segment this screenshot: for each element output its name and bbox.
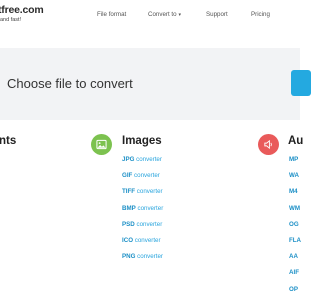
converter-suffix: converter — [134, 237, 161, 244]
choose-file-button[interactable] — [291, 70, 311, 96]
audio-converter-link[interactable]: AIF — [289, 269, 299, 276]
format-label: WM — [289, 204, 300, 212]
nav-file-format[interactable]: File format — [97, 11, 126, 18]
format-label: FLA — [289, 237, 302, 244]
nav-support[interactable]: Support — [206, 11, 228, 18]
converter-suffix: converter — [136, 220, 163, 228]
format-label: AA — [289, 253, 298, 261]
audio-title: Au — [288, 135, 304, 147]
images-title: Images — [122, 135, 162, 147]
audio-converter-link[interactable]: WA — [289, 172, 299, 179]
audio-converter-link[interactable]: AA — [289, 253, 298, 260]
audio-converter-link[interactable]: MP — [289, 156, 298, 163]
nav-convert-to-label: Convert to — [148, 11, 177, 18]
format-label: JPG — [122, 156, 135, 163]
chevron-down-icon: ▾ — [178, 12, 182, 18]
audio-converter-link[interactable]: OG — [289, 221, 299, 228]
site-tagline: and fast! — [0, 17, 22, 23]
converter-suffix: converter — [137, 253, 163, 261]
image-converter-link[interactable]: TIFF converter — [122, 188, 163, 195]
image-converter-link[interactable]: PNG converter — [122, 253, 163, 260]
image-converter-link[interactable]: PSD converter — [122, 221, 162, 228]
format-label: OP — [289, 285, 298, 293]
images-category-icon — [91, 134, 112, 155]
format-label: PSD — [122, 220, 135, 228]
choose-file-title: Choose file to convert — [7, 76, 133, 91]
converter-suffix: converter — [134, 172, 160, 180]
format-label: BMP — [122, 204, 136, 212]
image-converter-link[interactable]: ICO converter — [122, 237, 161, 244]
nav-convert-to[interactable]: Convert to ▾ — [148, 11, 181, 18]
converter-suffix: converter — [136, 188, 163, 196]
image-converter-link[interactable]: GIF converter — [122, 172, 160, 179]
audio-converter-link[interactable]: WM — [289, 205, 300, 212]
converter-suffix: converter — [137, 204, 164, 212]
format-label: AIF — [289, 269, 299, 277]
format-label: ICO — [122, 237, 134, 244]
audio-converter-link[interactable]: M4 — [289, 188, 298, 195]
upload-band: Choose file to convert — [0, 48, 311, 120]
nav-pricing[interactable]: Pricing — [251, 11, 270, 18]
format-label: TIFF — [122, 188, 136, 196]
format-label: MP — [289, 156, 299, 163]
format-label: PNG — [122, 253, 136, 261]
format-label: GIF — [122, 172, 133, 180]
audio-converter-link[interactable]: OP — [289, 286, 298, 293]
speaker-icon — [264, 139, 272, 150]
image-icon — [96, 139, 107, 150]
header: tfree.com and fast! File format Convert … — [0, 0, 300, 28]
documents-title: nts — [0, 135, 17, 147]
site-logo[interactable]: tfree.com — [0, 4, 44, 16]
image-converter-link[interactable]: JPG converter — [122, 156, 162, 163]
converter-suffix: converter — [136, 156, 162, 163]
image-converter-link[interactable]: BMP converter — [122, 205, 163, 212]
audio-converter-link[interactable]: FLA — [289, 237, 301, 244]
format-label: M4 — [289, 188, 298, 196]
audio-category-icon — [258, 134, 279, 155]
format-label: OG — [289, 220, 299, 228]
format-label: WA — [289, 172, 299, 180]
